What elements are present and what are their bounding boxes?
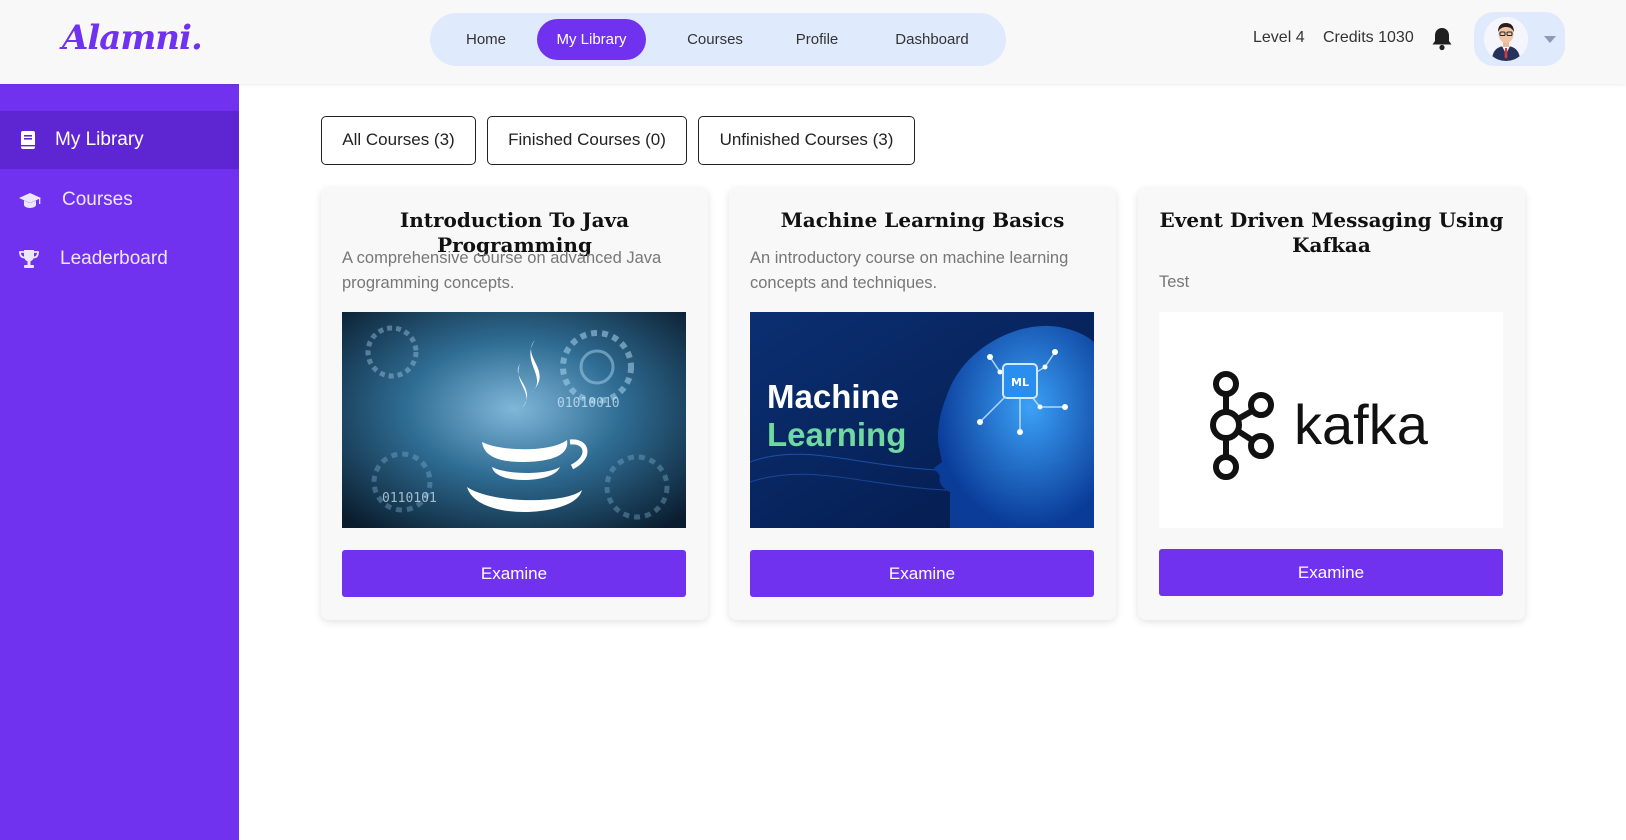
sidebar: My Library Courses Leaderboard [0,84,239,840]
profile-menu[interactable] [1474,12,1565,66]
filter-unfinished-courses-button[interactable]: Unfinished Courses (3) [698,116,915,165]
sidebar-item-leaderboard[interactable]: Leaderboard [0,230,239,288]
graduation-cap-icon [18,190,41,210]
filter-finished-courses-button[interactable]: Finished Courses (0) [487,116,687,165]
nav-my-library[interactable]: My Library [537,19,646,60]
examine-button[interactable]: Examine [1159,549,1503,596]
svg-text:0110101: 0110101 [382,491,437,506]
bell-icon[interactable] [1430,26,1454,52]
book-icon [18,130,40,150]
ml-image-title-line2: Learning [767,416,906,453]
nav-courses[interactable]: Courses [666,19,764,60]
sidebar-item-courses[interactable]: Courses [0,171,239,229]
course-title: Event Driven Messaging Using Kafkaa [1159,208,1504,257]
course-description: A comprehensive course on advanced Java … [342,249,662,292]
sidebar-item-label: Courses [62,189,133,210]
course-card: Introduction To Java Programming A compr… [321,188,708,620]
nav-dashboard[interactable]: Dashboard [876,19,988,60]
examine-button[interactable]: Examine [342,550,686,597]
chevron-down-icon[interactable] [1544,36,1556,43]
kafka-logo-image: kafka [1159,312,1503,528]
trophy-icon [18,249,40,269]
ml-image-title-line1: Machine [767,378,899,415]
nav-profile[interactable]: Profile [777,19,857,60]
nav-home[interactable]: Home [448,19,524,60]
kafka-wordmark: kafka [1294,393,1429,456]
top-header: Alamni. Home My Library Courses Profile … [0,0,1626,84]
level-indicator: Level 4 [1253,29,1305,46]
course-card: Event Driven Messaging Using Kafkaa Test… [1138,188,1525,620]
course-title: Machine Learning Basics [780,208,1065,232]
sidebar-item-label: My Library [55,129,144,150]
credits-indicator: Credits 1030 [1323,29,1414,46]
examine-button[interactable]: Examine [750,550,1094,597]
app-logo[interactable]: Alamni. [62,18,203,58]
machine-learning-image: ML Machine Learning [750,312,1094,528]
course-description: An introductory course on machine learni… [750,249,1069,292]
svg-text:01010010: 01010010 [557,396,620,411]
main-nav: Home My Library Courses Profile Dashboar… [430,13,1006,66]
sidebar-item-my-library[interactable]: My Library [0,111,239,169]
ml-chip-label: ML [1011,376,1029,389]
course-description: Test [1159,273,1190,291]
avatar [1484,17,1528,61]
filter-all-courses-button[interactable]: All Courses (3) [321,116,476,165]
sidebar-item-label: Leaderboard [60,248,168,269]
course-card: Machine Learning Basics An introductory … [729,188,1116,620]
java-logo-image: 01010010 0110101 [342,312,686,528]
